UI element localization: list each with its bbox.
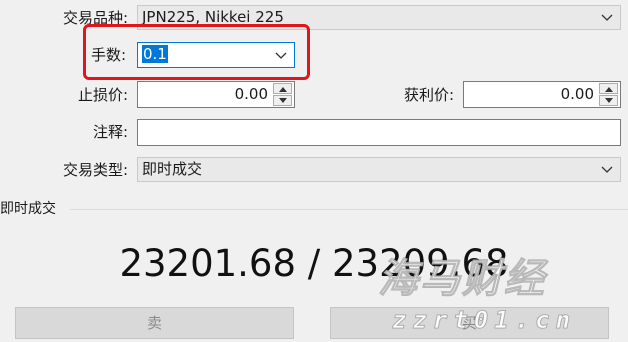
stop-loss-label: 止损价: [77,86,128,104]
sell-button[interactable]: 卖 [15,307,294,339]
watermark-logo-text: 海马财经 [378,256,546,303]
take-profit-label: 获利价: [403,86,454,104]
take-profit-spinner[interactable] [599,83,618,106]
stop-loss-value: 0.00 [234,85,268,103]
order-type-select[interactable]: 即时成交 [137,157,621,182]
order-type-label: 交易类型: [62,161,128,179]
take-profit-field[interactable]: 0.00 [463,81,621,108]
triangle-down-icon [605,98,613,103]
chevron-down-icon [601,14,613,21]
chevron-down-icon [601,166,613,173]
triangle-down-icon [279,98,287,103]
execution-section-title: 即时成交 [0,201,56,217]
stop-loss-field[interactable]: 0.00 [137,81,295,108]
section-divider [70,209,628,210]
order-type-value: 即时成交 [142,160,203,178]
comment-value [138,123,142,141]
highlight-annotation [83,24,310,80]
comment-label: 注释: [92,123,128,141]
watermark-url: zzrt01.cn [391,306,577,335]
triangle-up-icon [279,87,287,92]
triangle-up-icon [605,87,613,92]
spin-up-button[interactable] [599,83,618,94]
comment-input[interactable] [137,119,621,146]
spin-up-button[interactable] [273,83,292,94]
spin-down-button[interactable] [599,95,618,106]
spin-down-button[interactable] [273,95,292,106]
stop-loss-spinner[interactable] [273,83,292,106]
take-profit-value: 0.00 [560,85,594,103]
